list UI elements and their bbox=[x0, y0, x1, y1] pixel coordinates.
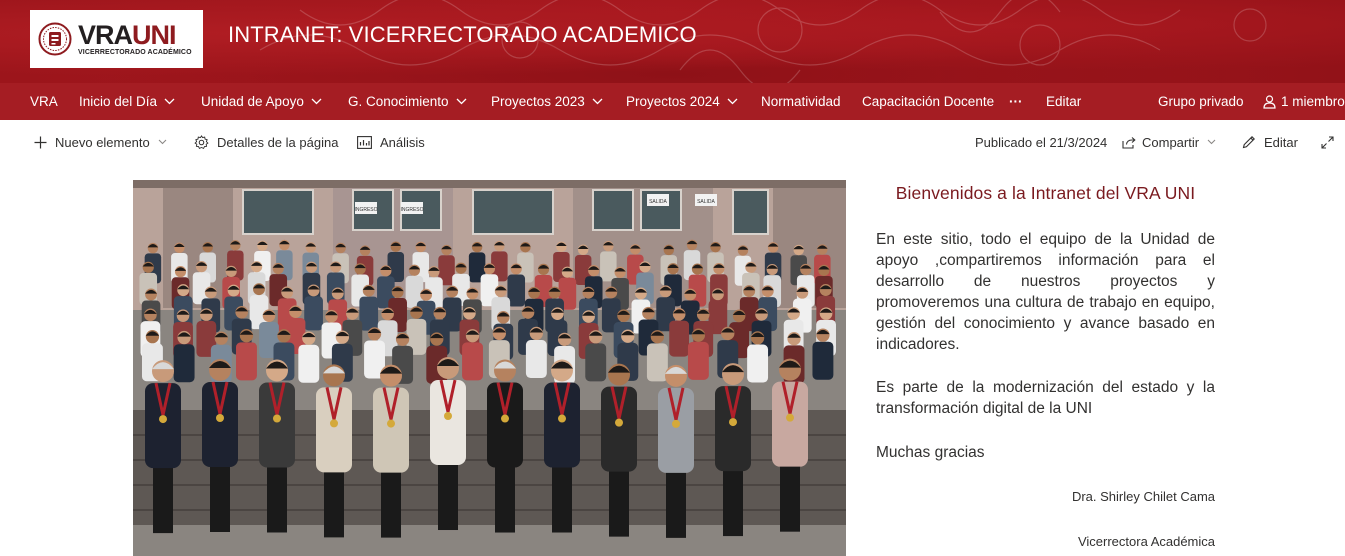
chevron-down-icon bbox=[311, 98, 322, 105]
logo-wordmark: VRAUNI bbox=[78, 20, 177, 50]
nav-item-unidad-de-apoyo[interactable]: Unidad de Apoyo bbox=[201, 83, 322, 120]
page-details-button[interactable]: Detalles de la página bbox=[194, 120, 338, 164]
plus-icon bbox=[34, 136, 47, 148]
sign-label: INGRESO bbox=[354, 207, 377, 213]
nav-more-button[interactable]: ··· bbox=[1009, 83, 1023, 120]
top-navigation: VRA Inicio del Día Unidad de Apoyo G. Co… bbox=[0, 83, 1345, 120]
nav-item-inicio-del-dia[interactable]: Inicio del Día bbox=[79, 83, 175, 120]
sign-label: SALIDA bbox=[697, 199, 715, 205]
site-title[interactable]: INTRANET: VICERRECTORADO ACADEMICO bbox=[228, 22, 697, 48]
expand-button[interactable] bbox=[1321, 120, 1342, 164]
nav-item-g-conocimiento[interactable]: G. Conocimiento bbox=[348, 83, 467, 120]
chevron-down-icon bbox=[1207, 139, 1216, 145]
group-photo-illustration: INGRESO INGRESO SALIDA SALIDA bbox=[133, 180, 846, 556]
welcome-heading: Bienvenidos a la Intranet del VRA UNI bbox=[895, 183, 1196, 203]
person-icon bbox=[1263, 94, 1276, 109]
command-bar: Nuevo elemento Detalles de la página Aná… bbox=[0, 120, 1345, 164]
chevron-down-icon bbox=[158, 139, 167, 145]
modernization-paragraph: Es parte de la modernización del estado … bbox=[876, 379, 1215, 417]
chevron-down-icon bbox=[592, 98, 603, 105]
signature-name: Dra. Shirley Chilet Cama bbox=[1071, 489, 1215, 504]
members-button[interactable]: 1 miembro bbox=[1263, 83, 1345, 120]
intro-paragraph: En este sitio, todo el equipo de la Unid… bbox=[876, 231, 1215, 353]
share-button[interactable]: Compartir bbox=[1122, 120, 1216, 164]
thanks-paragraph: Muchas gracias bbox=[876, 444, 985, 461]
chevron-down-icon bbox=[727, 98, 738, 105]
nav-item-proyectos-2024[interactable]: Proyectos 2024 bbox=[626, 83, 738, 120]
nav-item-vra[interactable]: VRA bbox=[30, 83, 58, 120]
logo-subtitle: VICERRECTORADO ACADÉMICO bbox=[78, 49, 192, 56]
site-logo[interactable]: VRAUNI VICERRECTORADO ACADÉMICO bbox=[30, 10, 203, 68]
sign-label: SALIDA bbox=[649, 199, 667, 205]
new-item-button[interactable]: Nuevo elemento bbox=[34, 120, 167, 164]
nav-item-normatividad[interactable]: Normatividad bbox=[761, 83, 841, 120]
published-status: Publicado el 21/3/2024 bbox=[975, 134, 1108, 150]
pencil-icon bbox=[1242, 136, 1255, 149]
hero-group-photo: INGRESO INGRESO SALIDA SALIDA bbox=[133, 180, 846, 556]
analytics-button[interactable]: Análisis bbox=[357, 120, 425, 164]
nav-edit-link[interactable]: Editar bbox=[1046, 83, 1081, 120]
group-privacy-label: Grupo privado bbox=[1158, 94, 1244, 109]
welcome-text-column: Bienvenidos a la Intranet del VRA UNI En… bbox=[876, 180, 1215, 549]
edit-page-button[interactable]: Editar bbox=[1242, 120, 1298, 164]
nav-item-proyectos-2023[interactable]: Proyectos 2023 bbox=[491, 83, 603, 120]
uni-seal-icon bbox=[38, 22, 72, 56]
nav-item-capacitacion-docente[interactable]: Capacitación Docente bbox=[862, 83, 994, 120]
chevron-down-icon bbox=[456, 98, 467, 105]
site-header-banner: VRAUNI VICERRECTORADO ACADÉMICO INTRANET… bbox=[0, 0, 1345, 83]
gear-icon bbox=[194, 134, 209, 149]
chevron-down-icon bbox=[164, 98, 175, 105]
expand-icon bbox=[1321, 135, 1334, 149]
sign-label: INGRESO bbox=[400, 207, 423, 213]
signature-role: Vicerrectora Académica bbox=[1077, 534, 1215, 549]
share-icon bbox=[1122, 136, 1136, 149]
analytics-icon bbox=[357, 135, 372, 149]
